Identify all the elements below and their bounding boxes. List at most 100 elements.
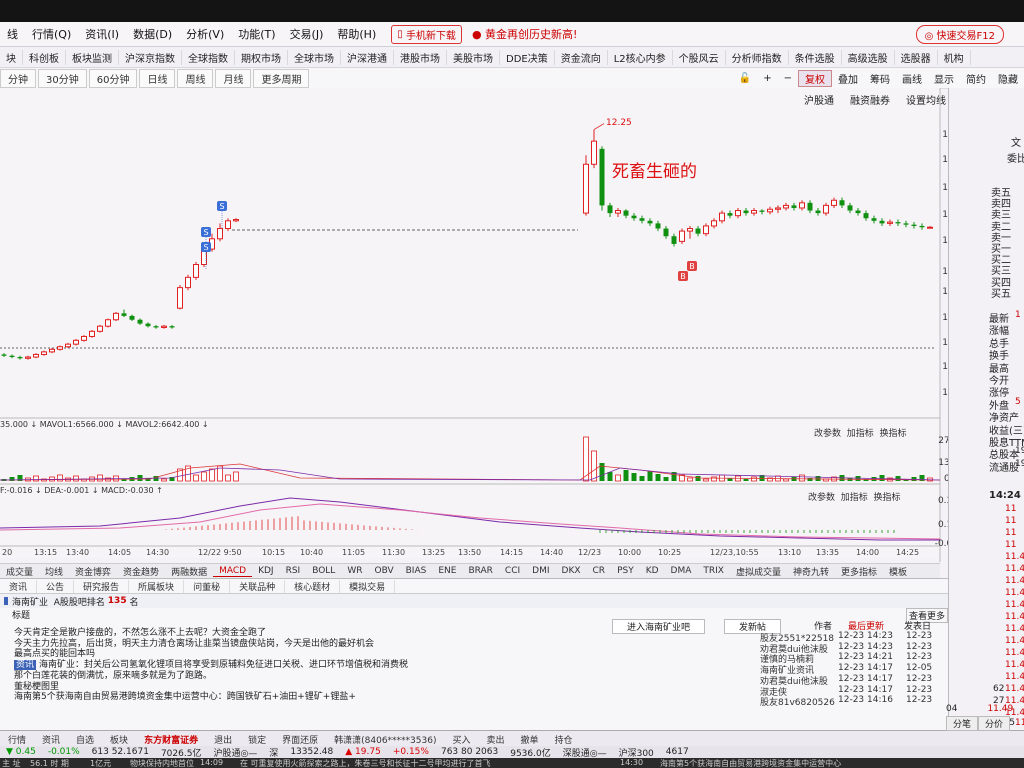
ticker-text: 14:30: [620, 758, 644, 767]
nav-button[interactable]: 板块: [102, 733, 136, 746]
quote-tabs: 分笔 分价: [946, 716, 1011, 731]
exit-button[interactable]: 退出: [206, 733, 240, 746]
positions-button[interactable]: 持仓: [547, 733, 581, 746]
index-value: ▲ 19.75: [345, 747, 381, 757]
candle-body: [679, 230, 685, 242]
candle-body: [57, 346, 63, 350]
quote-tab[interactable]: 分价: [978, 716, 1011, 731]
nav-button[interactable]: 自选: [68, 733, 102, 746]
add-indicator-button[interactable]: 加指标: [847, 429, 874, 439]
time-axis-label: 20: [2, 548, 13, 557]
candle-body: [49, 348, 55, 353]
indicator-tab[interactable]: 资金博弈: [69, 565, 117, 578]
news-tab[interactable]: 资讯: [0, 579, 38, 593]
volume-bar: [687, 477, 693, 482]
indicator-tab[interactable]: 模板: [883, 565, 913, 578]
post-date: 12-23: [906, 673, 933, 684]
indicator-tab[interactable]: KDJ: [252, 566, 280, 576]
indicator-tab[interactable]: DMI: [526, 566, 555, 576]
nav-button[interactable]: 行情: [0, 733, 34, 746]
post-author[interactable]: 股友81v6820526: [760, 695, 835, 708]
candle-body: [647, 220, 653, 224]
indicator-tab[interactable]: CR: [587, 566, 612, 576]
time-axis-label: 10:15: [262, 548, 286, 557]
indicator-tab[interactable]: DMA: [665, 566, 698, 576]
news-tab[interactable]: 问董秘: [184, 579, 231, 593]
indicator-tab[interactable]: BRAR: [462, 566, 498, 576]
time-axis-label: 13:40: [66, 548, 90, 557]
restore-ui-button[interactable]: 界面还原: [274, 733, 326, 746]
post-updated: 12-23 14:23: [838, 641, 893, 652]
indicator-tab[interactable]: 虚拟成交量: [730, 565, 787, 578]
ticker-text: 主 址: [2, 759, 21, 768]
indicator-tab[interactable]: 神奇九转: [787, 565, 835, 578]
post-date: 12-23: [906, 695, 933, 706]
indicator-tab[interactable]: BOLL: [306, 566, 341, 576]
news-tab[interactable]: 所属板块: [129, 579, 185, 593]
volume-bar: [879, 475, 885, 481]
indicator-tab[interactable]: CCI: [499, 566, 526, 576]
indicator-tab[interactable]: ENE: [432, 566, 462, 576]
tick-time: 14:24: [989, 490, 1021, 501]
time-axis-label: 14:40: [540, 548, 564, 557]
indicator-tab[interactable]: 资金趋势: [117, 565, 165, 578]
stat-value: 5: [1015, 396, 1021, 407]
candle-body: [639, 218, 645, 221]
candle-body: [695, 228, 701, 234]
add-indicator-button[interactable]: 加指标: [841, 493, 868, 503]
post-updated: 12-23 14:17: [838, 663, 893, 674]
tick-price: 11.48: [1005, 660, 1024, 670]
indicator-tab[interactable]: 成交量: [0, 565, 39, 578]
indicator-tab[interactable]: DKX: [556, 566, 587, 576]
indicator-tab[interactable]: WR: [341, 566, 368, 576]
tick-price: 11.48: [1005, 684, 1024, 694]
indicator-tab[interactable]: 均线: [39, 565, 69, 578]
volume-bar: [799, 474, 805, 482]
screen: 线 行情(Q) 资讯(I) 数据(D) 分析(V) 功能(T) 交易(J) 帮助…: [0, 0, 1024, 768]
volume-bar: [57, 474, 63, 482]
tick-price: 11: [1005, 504, 1017, 514]
news-row[interactable]: 海南第5个获海南自由贸易港跨境资金集中运营中心：跨国铁矿石+油田+锂矿+锂盐+: [14, 689, 356, 702]
indicator-tab[interactable]: PSY: [611, 566, 640, 576]
news-title[interactable]: 海南第5个获海南自由贸易港跨境资金集中运营中心：跨国铁矿石+油田+锂矿+锂盐+: [14, 692, 356, 702]
indicator-tab[interactable]: OBV: [368, 566, 399, 576]
news-tab[interactable]: 关联品种: [230, 579, 286, 593]
indicator-tab[interactable]: BIAS: [400, 566, 433, 576]
swap-indicator-button[interactable]: 换指标: [880, 429, 907, 439]
index-value: ▼ 0.45: [6, 747, 36, 757]
time-axis-label: 12/22 9:50: [198, 548, 242, 557]
volume-bar: [631, 473, 637, 481]
swap-indicator-button[interactable]: 换指标: [874, 493, 901, 503]
candle-body: [591, 140, 597, 165]
volume-bar: [647, 471, 653, 481]
volume-bar: [743, 479, 749, 481]
news-tab[interactable]: 公告: [37, 579, 75, 593]
edit-params-button[interactable]: 改参数: [808, 493, 835, 503]
news-tab[interactable]: 研究报告: [74, 579, 130, 593]
lock-button[interactable]: 锁定: [240, 733, 274, 746]
buy-button[interactable]: 买入: [444, 733, 478, 746]
quote-tab[interactable]: 分笔: [946, 716, 979, 731]
sell-button[interactable]: 卖出: [478, 733, 512, 746]
news-tab[interactable]: 模拟交易: [340, 579, 396, 593]
candle-body: [1, 354, 7, 356]
cancel-order-button[interactable]: 撤单: [513, 733, 547, 746]
ticker-text: 在 可重复使用火箭探索之路上，朱卷三号和长征十二号甲均进行了首飞: [240, 759, 491, 768]
indicator-tab[interactable]: 更多指标: [835, 565, 883, 578]
indicator-tab[interactable]: MACD: [213, 566, 253, 577]
account-label: 韩潇潇(8406*****3536): [334, 735, 437, 746]
indicator-tab[interactable]: 两融数据: [165, 565, 213, 578]
news-tab[interactable]: 核心题材: [285, 579, 341, 593]
edit-params-button[interactable]: 改参数: [814, 429, 841, 439]
candle-body: [623, 210, 629, 216]
indicator-tab[interactable]: RSI: [280, 566, 307, 576]
candle-body: [615, 210, 621, 214]
candle-body: [815, 210, 821, 214]
tick-price: 11.49: [1005, 672, 1024, 682]
indicator-tab[interactable]: KD: [640, 566, 665, 576]
enter-bar-button[interactable]: 进入海南矿业吧: [612, 619, 706, 634]
time-axis-label: 12/23,10:55: [710, 548, 759, 557]
tick-price: 11.48: [1005, 624, 1024, 634]
nav-button[interactable]: 资讯: [34, 733, 68, 746]
indicator-tab[interactable]: TRIX: [697, 566, 730, 576]
